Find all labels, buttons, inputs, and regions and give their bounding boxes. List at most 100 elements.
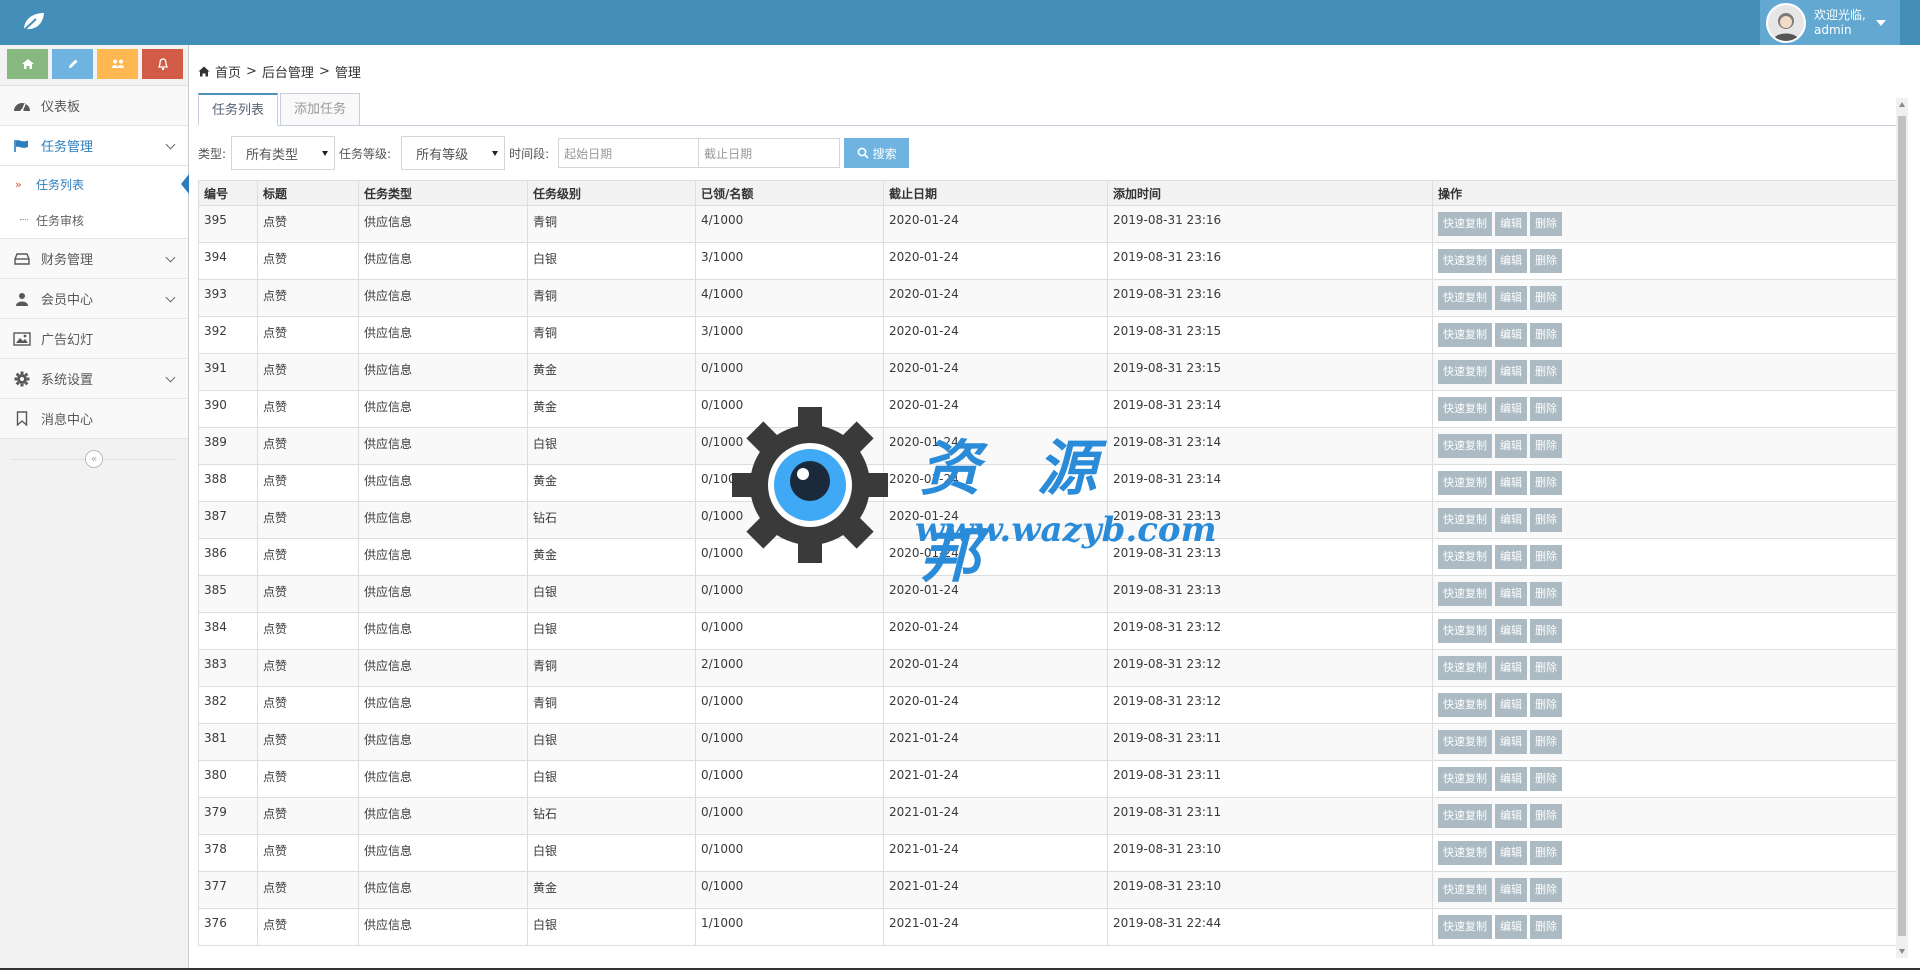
delete-button[interactable]: 删除 [1530,471,1562,495]
leaf-logo-icon[interactable] [20,10,46,34]
edit-button[interactable]: 编辑 [1495,804,1527,828]
shortcut-notifications-button[interactable] [142,49,183,79]
delete-button[interactable]: 删除 [1530,545,1562,569]
scroll-down-icon[interactable] [1899,949,1905,954]
delete-button[interactable]: 删除 [1530,915,1562,939]
edit-button[interactable]: 编辑 [1495,508,1527,532]
delete-button[interactable]: 删除 [1530,212,1562,236]
quick-copy-button[interactable]: 快速复制 [1438,434,1492,458]
quick-copy-button[interactable]: 快速复制 [1438,360,1492,384]
sidebar-item-dashboard[interactable]: 仪表板 [0,86,188,126]
sidebar-item-members[interactable]: 会员中心 [0,279,188,319]
edit-button[interactable]: 编辑 [1495,619,1527,643]
column-header-level[interactable]: 任务级别 [527,180,696,206]
delete-button[interactable]: 删除 [1530,397,1562,421]
breadcrumb-home[interactable]: 首页 [215,62,241,81]
delete-button[interactable]: 删除 [1530,656,1562,680]
edit-button[interactable]: 编辑 [1495,249,1527,273]
cell-title: 点赞 [257,538,359,576]
column-header-type[interactable]: 任务类型 [358,180,528,206]
quick-copy-button[interactable]: 快速复制 [1438,212,1492,236]
sidebar-item-settings[interactable]: 系统设置 [0,359,188,399]
scroll-up-icon[interactable] [1899,102,1905,107]
delete-button[interactable]: 删除 [1530,878,1562,902]
edit-button[interactable]: 编辑 [1495,730,1527,754]
sidebar-item-ads[interactable]: 广告幻灯 [0,319,188,359]
quick-copy-button[interactable]: 快速复制 [1438,841,1492,865]
vertical-scrollbar[interactable] [1896,98,1908,958]
cell-actions: 快速复制 编辑 删除 [1432,279,1903,317]
column-header-quota[interactable]: 已领/名额 [695,180,884,206]
sidebar-subitem-task-review[interactable]: 任务审核 [0,202,188,238]
delete-button[interactable]: 删除 [1530,323,1562,347]
delete-button[interactable]: 删除 [1530,767,1562,791]
column-header-title[interactable]: 标题 [257,180,359,206]
delete-button[interactable]: 删除 [1530,508,1562,532]
shortcut-home-button[interactable] [7,49,48,79]
end-date-input[interactable]: 截止日期 [699,138,841,168]
tab-bar: 任务列表 添加任务 [198,93,1903,126]
delete-button[interactable]: 删除 [1530,434,1562,458]
edit-button[interactable]: 编辑 [1495,656,1527,680]
delete-button[interactable]: 删除 [1530,730,1562,754]
level-select[interactable]: 所有等级 [401,136,506,170]
quick-copy-button[interactable]: 快速复制 [1438,397,1492,421]
user-menu[interactable]: 欢迎光临, admin [1760,0,1900,45]
quick-copy-button[interactable]: 快速复制 [1438,693,1492,717]
column-header-id[interactable]: 编号 [198,180,258,206]
quick-copy-button[interactable]: 快速复制 [1438,471,1492,495]
edit-button[interactable]: 编辑 [1495,434,1527,458]
edit-button[interactable]: 编辑 [1495,915,1527,939]
edit-button[interactable]: 编辑 [1495,397,1527,421]
quick-copy-button[interactable]: 快速复制 [1438,767,1492,791]
edit-button[interactable]: 编辑 [1495,582,1527,606]
quick-copy-button[interactable]: 快速复制 [1438,545,1492,569]
tab-add-task[interactable]: 添加任务 [280,93,361,126]
delete-button[interactable]: 删除 [1530,249,1562,273]
delete-button[interactable]: 删除 [1530,360,1562,384]
edit-button[interactable]: 编辑 [1495,471,1527,495]
edit-button[interactable]: 编辑 [1495,323,1527,347]
column-header-created[interactable]: 添加时间 [1107,180,1433,206]
edit-button[interactable]: 编辑 [1495,878,1527,902]
search-button[interactable]: 搜索 [844,138,910,168]
quick-copy-button[interactable]: 快速复制 [1438,878,1492,902]
cell-quota: 0/1000 [695,427,884,465]
edit-button[interactable]: 编辑 [1495,286,1527,310]
quick-copy-button[interactable]: 快速复制 [1438,323,1492,347]
quick-copy-button[interactable]: 快速复制 [1438,508,1492,532]
quick-copy-button[interactable]: 快速复制 [1438,915,1492,939]
quick-copy-button[interactable]: 快速复制 [1438,656,1492,680]
edit-button[interactable]: 编辑 [1495,212,1527,236]
edit-button[interactable]: 编辑 [1495,767,1527,791]
start-date-input[interactable]: 起始日期 [558,138,700,168]
shortcut-users-button[interactable] [97,49,138,79]
sidebar-item-task-management[interactable]: 任务管理 [0,126,188,166]
edit-button[interactable]: 编辑 [1495,545,1527,569]
sidebar-subitem-task-list[interactable]: » 任务列表 [0,166,189,202]
shortcut-edit-button[interactable] [52,49,93,79]
quick-copy-button[interactable]: 快速复制 [1438,249,1492,273]
delete-button[interactable]: 删除 [1530,286,1562,310]
delete-button[interactable]: 删除 [1530,693,1562,717]
delete-button[interactable]: 删除 [1530,804,1562,828]
quick-copy-button[interactable]: 快速复制 [1438,804,1492,828]
edit-button[interactable]: 编辑 [1495,360,1527,384]
quick-copy-button[interactable]: 快速复制 [1438,730,1492,754]
quick-copy-button[interactable]: 快速复制 [1438,619,1492,643]
double-angle-left-icon[interactable]: « [85,450,103,468]
breadcrumb-admin[interactable]: 后台管理 [262,62,314,81]
scroll-thumb[interactable] [1898,116,1906,936]
quick-copy-button[interactable]: 快速复制 [1438,286,1492,310]
tab-task-list[interactable]: 任务列表 [198,93,279,126]
type-select[interactable]: 所有类型 [231,136,336,170]
column-header-deadline[interactable]: 截止日期 [883,180,1108,206]
sidebar-item-messages[interactable]: 消息中心 [0,399,188,439]
edit-button[interactable]: 编辑 [1495,693,1527,717]
delete-button[interactable]: 删除 [1530,582,1562,606]
delete-button[interactable]: 删除 [1530,841,1562,865]
sidebar-item-finance[interactable]: 财务管理 [0,239,188,279]
edit-button[interactable]: 编辑 [1495,841,1527,865]
quick-copy-button[interactable]: 快速复制 [1438,582,1492,606]
delete-button[interactable]: 删除 [1530,619,1562,643]
